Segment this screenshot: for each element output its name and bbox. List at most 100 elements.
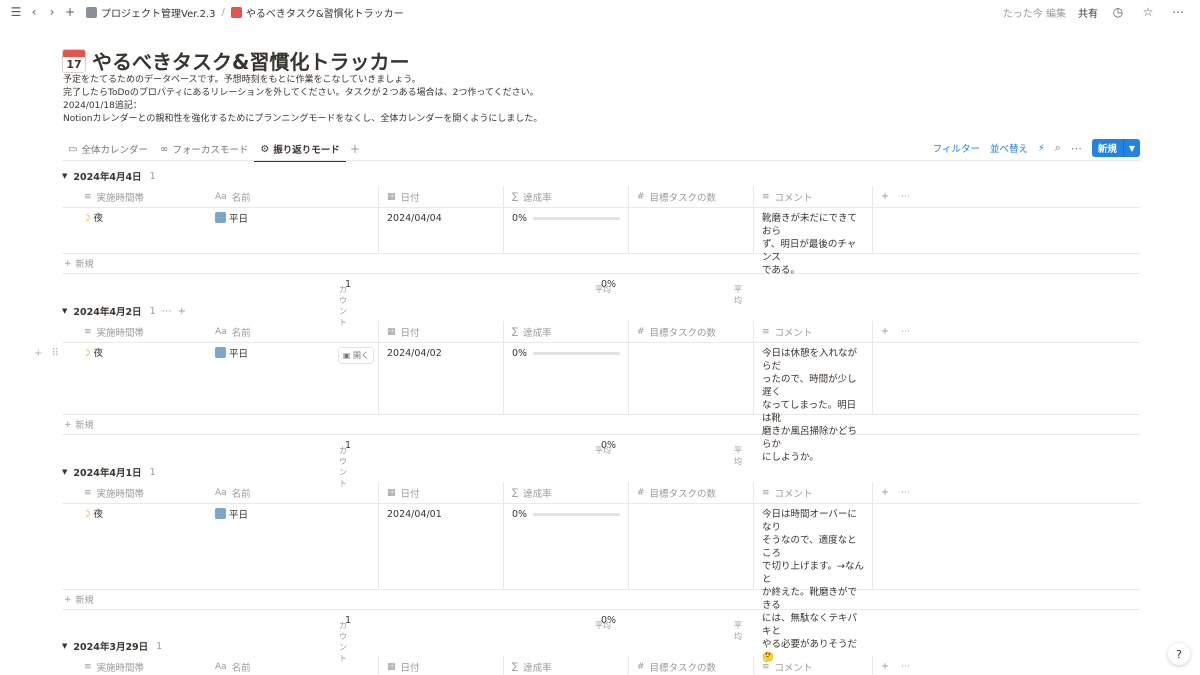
triangle-down-icon[interactable]: ▼ (62, 642, 67, 650)
new-row-button[interactable]: + 新規 (62, 590, 1140, 610)
comment-cell[interactable]: 今日は時間オーバーになり そうなので、適度なところ で切り上げます。→なんと か… (754, 504, 873, 663)
triangle-down-icon[interactable]: ▼ (62, 172, 67, 180)
column-rate[interactable]: ∑ 達成率 (504, 186, 629, 207)
help-button[interactable]: ? (1168, 643, 1190, 665)
column-date[interactable]: ▦ 日付 (379, 656, 504, 675)
add-column-icon[interactable]: + (881, 487, 889, 498)
add-column-icon[interactable]: + (881, 661, 889, 672)
column-label: 日付 (400, 327, 420, 339)
table-header: ≡ 実施時間帯 Aa 名前 ▦ 日付 ∑ 達成率 # 目標タスクの数 ≡ コメント + ⋯ (62, 186, 1140, 208)
more-icon[interactable]: ⋯ (901, 487, 911, 498)
group-count: 1 (156, 640, 163, 652)
clock-icon[interactable]: ◷ (1110, 4, 1126, 20)
group-header[interactable]: ▼ 2024年4月1日 1 (62, 462, 1140, 482)
comment-cell[interactable]: 靴磨きが未だにできておら ず、明日が最後のチャンス である。 (754, 208, 873, 276)
chevron-down-icon[interactable]: ▼ (1122, 139, 1140, 157)
back-icon[interactable]: ‹ (26, 4, 42, 20)
column-rate[interactable]: ∑ 達成率 (504, 321, 629, 342)
triangle-down-icon[interactable]: ▼ (62, 307, 67, 315)
top-bar: ☰ ‹ › + プロジェクト管理Ver.2.3 / やるべきタスク&習慣化トラッ… (0, 0, 1200, 24)
tab-calendar[interactable]: ▭ 全体カレンダー (62, 138, 154, 160)
column-name[interactable]: Aa 名前 (207, 482, 379, 503)
new-row-button[interactable]: + 新規 (62, 254, 1140, 274)
formula-icon: ∑ (512, 487, 519, 498)
add-page-icon[interactable]: + (62, 4, 78, 20)
group-header[interactable]: ▼ 2024年3月29日 1 (62, 636, 1140, 656)
more-icon[interactable]: ⋯ (1071, 142, 1082, 155)
column-time[interactable]: ≡ 実施時間帯 (62, 321, 207, 342)
add-column-icon[interactable]: + (881, 326, 889, 337)
column-comment[interactable]: ≡ コメント (754, 186, 873, 207)
group-count: 1 (149, 170, 156, 182)
column-name[interactable]: Aa 名前 (207, 656, 379, 675)
triangle-down-icon[interactable]: ▼ (62, 468, 67, 476)
tab-focus[interactable]: ∞ フォーカスモード (154, 138, 254, 160)
page-title[interactable]: やるべきタスク&習慣化トラッカー (92, 46, 409, 75)
sort-button[interactable]: 並べ替え (990, 141, 1028, 155)
table-header: ≡ 実施時間帯 Aa 名前 ▦ 日付 ∑ 達成率 # 目標タスクの数 ≡ コメント + ⋯ (62, 321, 1140, 343)
tab-review[interactable]: ⚙ 振り返りモード (254, 138, 347, 162)
new-row-button[interactable]: + 新規 (62, 415, 1140, 435)
column-goal[interactable]: # 目標タスクの数 (629, 482, 754, 503)
group-header[interactable]: ▼ 2024年4月2日 1 ⋯ + (62, 301, 1140, 321)
column-date[interactable]: ▦ 日付 (379, 321, 504, 342)
column-comment[interactable]: ≡ コメント (754, 656, 873, 675)
add-view-icon[interactable]: + (346, 142, 364, 156)
column-label: 日付 (400, 488, 420, 500)
column-time[interactable]: ≡ 実施時間帯 (62, 482, 207, 503)
column-date[interactable]: ▦ 日付 (379, 186, 504, 207)
avg-label[interactable]: 平均 (595, 284, 611, 295)
column-comment[interactable]: ≡ コメント (754, 321, 873, 342)
column-name[interactable]: Aa 名前 (207, 321, 379, 342)
table-row[interactable]: + ⠿ ☽ 夜 平日 ▣ 開く 2024/04/02 0% 今日は休憩を入れながら… (34, 343, 1140, 463)
table-row[interactable]: ☽ 夜 平日 2024/04/01 0% 今日は時間オーバーになり そうなので、適… (62, 504, 1140, 663)
column-time[interactable]: ≡ 実施時間帯 (62, 186, 207, 207)
rate-value: 0% (512, 348, 528, 359)
column-label: 名前 (231, 662, 251, 674)
calendar-icon[interactable]: 17 (62, 48, 86, 73)
share-button[interactable]: 共有 (1078, 5, 1098, 20)
column-rate[interactable]: ∑ 達成率 (504, 656, 629, 675)
column-time[interactable]: ≡ 実施時間帯 (62, 656, 207, 675)
star-icon[interactable]: ☆ (1140, 4, 1156, 20)
column-date[interactable]: ▦ 日付 (379, 482, 504, 503)
comment-cell[interactable]: 今日は休憩を入れながらだ ったので、時間が少し遅く なってしまった。明日は靴 磨… (754, 343, 873, 463)
avg-label[interactable]: 平均 (595, 445, 611, 456)
open-button[interactable]: ▣ 開く (337, 347, 374, 364)
new-button-label[interactable]: 新規 (1092, 139, 1123, 157)
forward-icon[interactable]: › (44, 4, 60, 20)
add-icon[interactable]: + (178, 306, 186, 317)
more-icon[interactable]: ⋯ (901, 191, 911, 202)
avg-label[interactable]: 平均 (595, 620, 611, 631)
drag-handle-icon[interactable]: + ⠿ (34, 348, 62, 359)
breadcrumb-parent[interactable]: プロジェクト管理Ver.2.3 (101, 5, 216, 20)
column-label: コメント (774, 327, 813, 339)
search-icon[interactable]: ⌕ (1055, 141, 1061, 155)
group-header[interactable]: ▼ 2024年4月4日 1 (62, 166, 1140, 186)
tab-label: 振り返りモード (273, 145, 340, 156)
table-row[interactable]: ☽ 夜 平日 2024/04/04 0% 靴磨きが未だにできておら ず、明日が最後… (62, 208, 1140, 276)
menu-icon[interactable]: ☰ (8, 4, 24, 20)
more-icon[interactable]: ⋯ (901, 661, 911, 672)
more-icon[interactable]: ⋯ (162, 306, 172, 317)
breadcrumb-current[interactable]: やるべきタスク&習慣化トラッカー (246, 5, 404, 20)
column-goal[interactable]: # 目標タスクの数 (629, 186, 754, 207)
table-header: ≡ 実施時間帯 Aa 名前 ▦ 日付 ∑ 達成率 # 目標タスクの数 ≡ コメント + ⋯ (62, 482, 1140, 504)
number-icon: # (637, 487, 645, 498)
column-goal[interactable]: # 目標タスクの数 (629, 321, 754, 342)
column-name[interactable]: Aa 名前 (207, 186, 379, 207)
automation-icon[interactable]: ⚡ (1038, 143, 1045, 154)
more-icon[interactable]: ⋯ (901, 326, 911, 337)
text-lines-icon: ≡ (762, 487, 770, 498)
more-icon[interactable]: ⋯ (1170, 4, 1186, 20)
divider (62, 160, 1140, 161)
page-description[interactable]: 予定をたてるためのデータベースです。予想時刻をもとに作業をこなしていきましょう。… (63, 74, 542, 126)
add-column-icon[interactable]: + (881, 191, 889, 202)
column-rate[interactable]: ∑ 達成率 (504, 482, 629, 503)
new-button[interactable]: 新規 ▼ (1091, 139, 1140, 157)
column-goal[interactable]: # 目標タスクの数 (629, 656, 754, 675)
column-comment[interactable]: ≡ コメント (754, 482, 873, 503)
formula-icon: ∑ (512, 191, 519, 202)
column-label: コメント (774, 192, 813, 204)
filter-button[interactable]: フィルター (933, 141, 980, 155)
